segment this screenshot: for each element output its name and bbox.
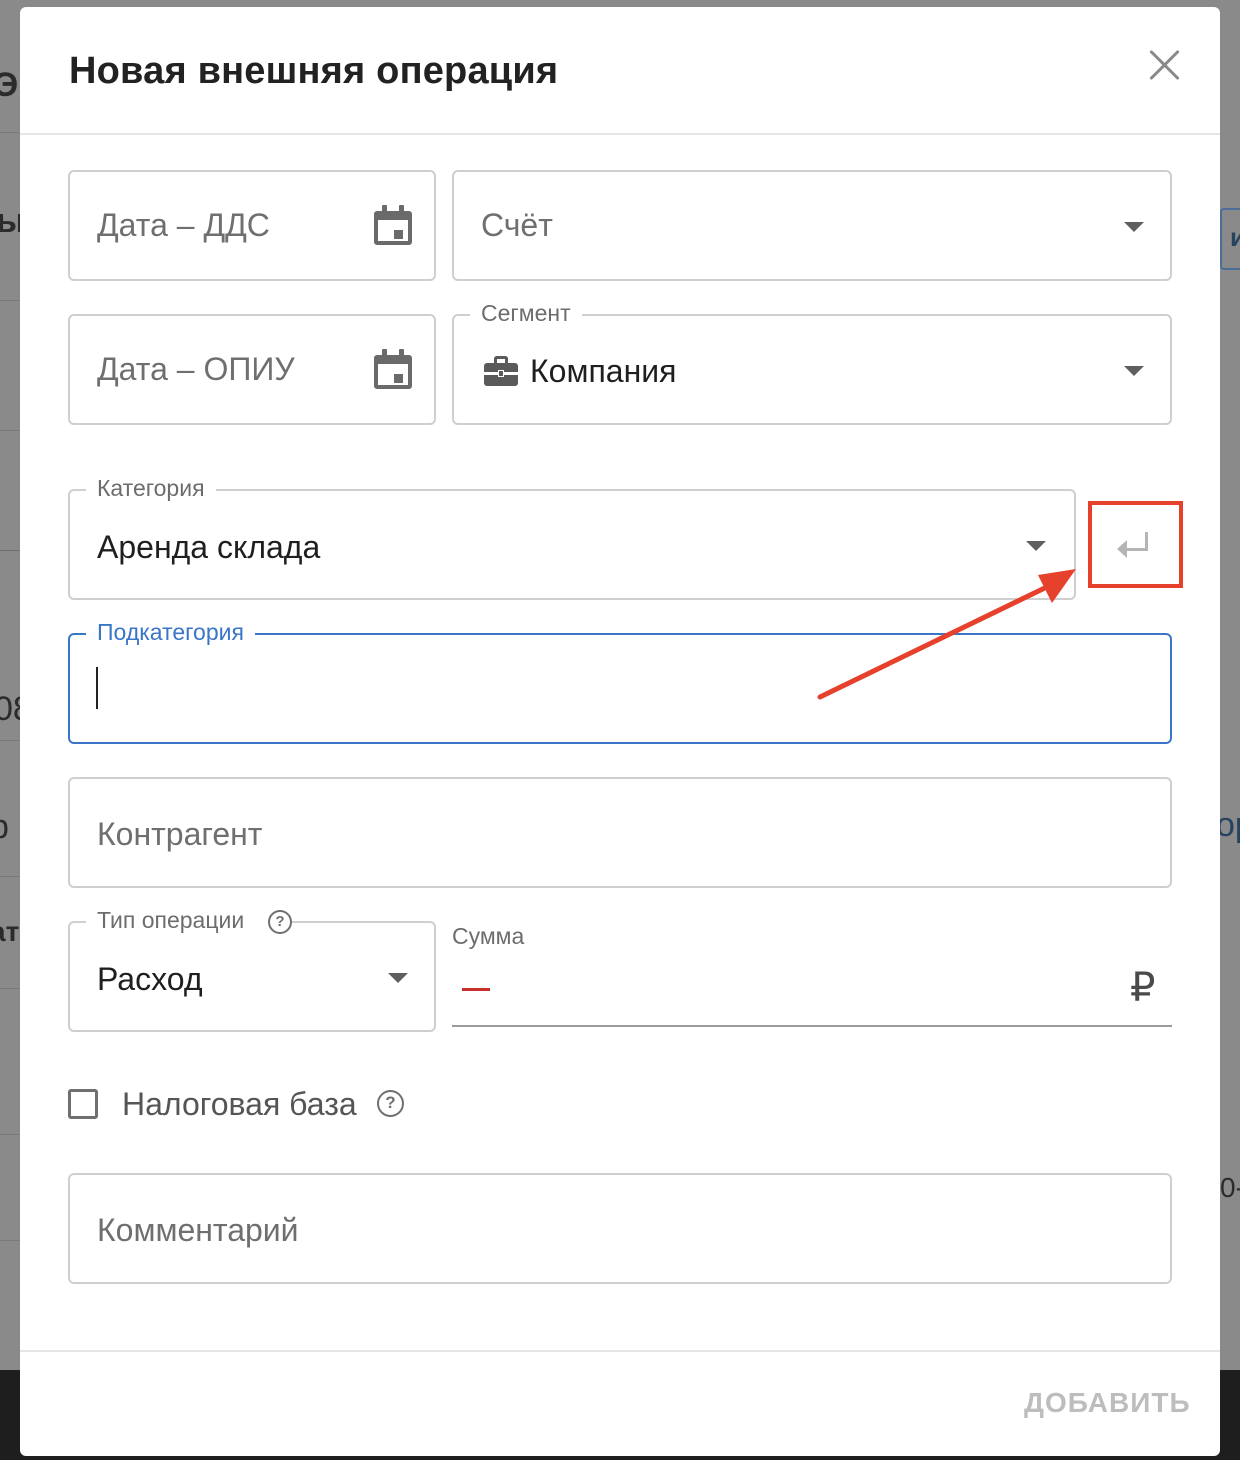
ruble-icon: ₽	[1130, 966, 1156, 1010]
bg-divider	[0, 740, 20, 741]
segment-select[interactable]: Сегмент Компания	[452, 300, 1172, 425]
account-select[interactable]: Счёт	[452, 170, 1172, 281]
briefcase-icon	[484, 356, 518, 386]
bg-divider	[0, 876, 20, 877]
operation-type-select[interactable]: Тип операции ? Расход	[68, 907, 436, 1032]
date-dds-placeholder: Дата – ДДС	[97, 207, 270, 243]
chevron-down-icon	[1124, 222, 1144, 232]
operation-type-label: Тип операции	[86, 907, 293, 934]
subcategory-label: Подкатегория	[86, 619, 255, 646]
chevron-down-icon	[1124, 366, 1144, 376]
modal-title: Новая внешняя операция	[69, 50, 559, 92]
bg-divider	[0, 300, 20, 301]
modal-header: Новая внешняя операция	[20, 7, 1220, 135]
comment-input[interactable]: Комментарий	[68, 1173, 1172, 1284]
bg-text-fragment: ат	[0, 916, 20, 947]
help-icon[interactable]: ?	[268, 910, 292, 934]
text-caret	[96, 667, 98, 709]
bg-divider	[0, 550, 20, 551]
bg-divider	[0, 132, 20, 133]
date-opiu-placeholder: Дата – ОПИУ	[97, 351, 295, 387]
tax-base-checkbox[interactable]	[68, 1089, 98, 1119]
minus-sign-icon	[462, 988, 490, 991]
bg-divider	[0, 1134, 20, 1135]
calendar-icon[interactable]	[374, 349, 412, 389]
operation-type-value: Расход	[97, 961, 203, 997]
segment-value: Компания	[530, 353, 677, 389]
annotation-arrow	[817, 569, 1076, 700]
bg-divider	[0, 1240, 20, 1241]
bg-text-fragment: и	[1230, 222, 1240, 252]
chevron-down-icon	[1026, 541, 1046, 551]
chevron-down-icon	[388, 973, 408, 983]
sum-input[interactable]	[452, 1025, 1172, 1027]
bg-text-fragment: 0-	[1220, 1172, 1240, 1203]
help-icon[interactable]: ?	[377, 1090, 404, 1117]
sum-label: Сумма	[452, 923, 525, 949]
date-dds-field[interactable]: Дата – ДДС	[68, 170, 436, 281]
add-button[interactable]: ДОБАВИТЬ	[1024, 1387, 1191, 1419]
account-placeholder: Счёт	[481, 207, 553, 243]
segment-label: Сегмент	[470, 300, 582, 327]
tax-base-label: Налоговая база	[122, 1086, 357, 1122]
counterparty-select[interactable]: Контрагент	[68, 777, 1172, 888]
date-opiu-field[interactable]: Дата – ОПИУ	[68, 314, 436, 425]
footer-divider	[20, 1350, 1220, 1352]
calendar-icon[interactable]	[374, 205, 412, 245]
bg-divider	[0, 430, 20, 431]
bg-divider	[0, 988, 20, 989]
counterparty-placeholder: Контрагент	[97, 816, 263, 852]
new-operation-modal: Новая внешняя операция Дата – ДДС Счёт Д…	[20, 7, 1220, 1456]
bg-text-fragment: р	[0, 808, 9, 847]
close-icon[interactable]	[1144, 45, 1184, 85]
comment-placeholder: Комментарий	[97, 1212, 299, 1248]
category-label: Категория	[86, 475, 216, 502]
category-value: Аренда склада	[97, 529, 321, 565]
